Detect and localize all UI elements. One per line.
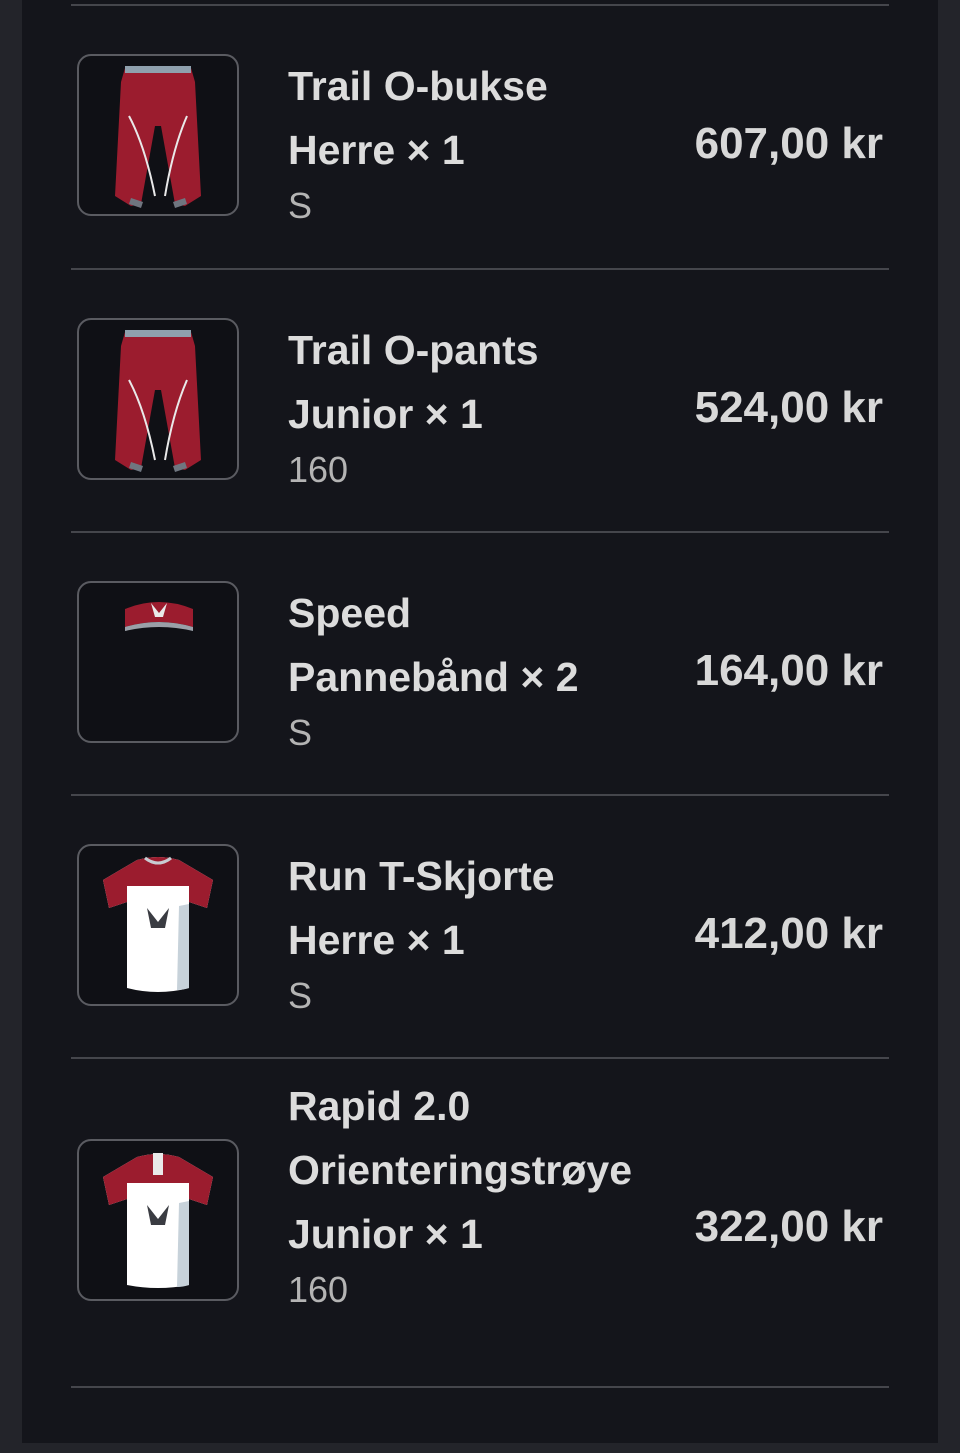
product-image[interactable] <box>77 1139 239 1301</box>
item-info: Speed Pannebånd × 2 S <box>288 581 668 755</box>
item-name-line: Trail O-pants <box>288 327 539 373</box>
pants-icon <box>115 330 201 472</box>
item-name-line: Junior × 1 <box>288 391 483 437</box>
product-image[interactable] <box>77 318 239 480</box>
divider <box>71 1386 889 1388</box>
item-name-line: Run T-Skjorte <box>288 853 555 899</box>
item-price: 322,00 kr <box>694 1202 883 1251</box>
item-variant: S <box>288 185 313 226</box>
item-name-line: Trail O-bukse <box>288 63 548 109</box>
item-name-line: Junior × 1 <box>288 1211 483 1257</box>
product-image[interactable] <box>77 581 239 743</box>
cart-panel: Trail O-bukse Herre × 1 S 607,00 kr Trai… <box>22 0 938 1443</box>
cart-item[interactable]: Rapid 2.0 Orienteringstrøye Junior × 1 1… <box>71 1059 889 1386</box>
item-variant: S <box>288 712 313 753</box>
item-price: 164,00 kr <box>694 646 883 695</box>
item-variant: 160 <box>288 449 349 490</box>
item-info: Trail O-bukse Herre × 1 S <box>288 54 668 228</box>
item-price: 412,00 kr <box>694 909 883 958</box>
item-variant: S <box>288 975 313 1016</box>
product-image[interactable] <box>77 844 239 1006</box>
tshirt-icon <box>103 856 213 992</box>
item-price: 607,00 kr <box>694 119 883 168</box>
cart-item[interactable]: Trail O-pants Junior × 1 160 524,00 kr <box>71 270 889 531</box>
jersey-icon <box>103 1153 213 1288</box>
item-name-line: Pannebånd × 2 <box>288 654 579 700</box>
item-info: Trail O-pants Junior × 1 160 <box>288 318 668 492</box>
item-name-line: Orienteringstrøye <box>288 1147 633 1193</box>
item-variant: 160 <box>288 1269 349 1310</box>
cart-item[interactable]: Trail O-bukse Herre × 1 S 607,00 kr <box>71 6 889 268</box>
item-info: Rapid 2.0 Orienteringstrøye Junior × 1 1… <box>288 1074 668 1312</box>
cart-item[interactable]: Run T-Skjorte Herre × 1 S 412,00 kr <box>71 796 889 1057</box>
item-info: Run T-Skjorte Herre × 1 S <box>288 844 668 1018</box>
cart-item[interactable]: Speed Pannebånd × 2 S 164,00 kr <box>71 533 889 794</box>
headband-icon <box>125 602 193 631</box>
item-name-line: Herre × 1 <box>288 917 465 963</box>
cart-item-list: Trail O-bukse Herre × 1 S 607,00 kr Trai… <box>71 4 889 1388</box>
item-price: 524,00 kr <box>694 383 883 432</box>
product-image[interactable] <box>77 54 239 216</box>
item-name-line: Rapid 2.0 <box>288 1083 471 1129</box>
item-name-line: Speed <box>288 590 412 636</box>
item-name-line: Herre × 1 <box>288 127 465 173</box>
pants-icon <box>115 66 201 208</box>
